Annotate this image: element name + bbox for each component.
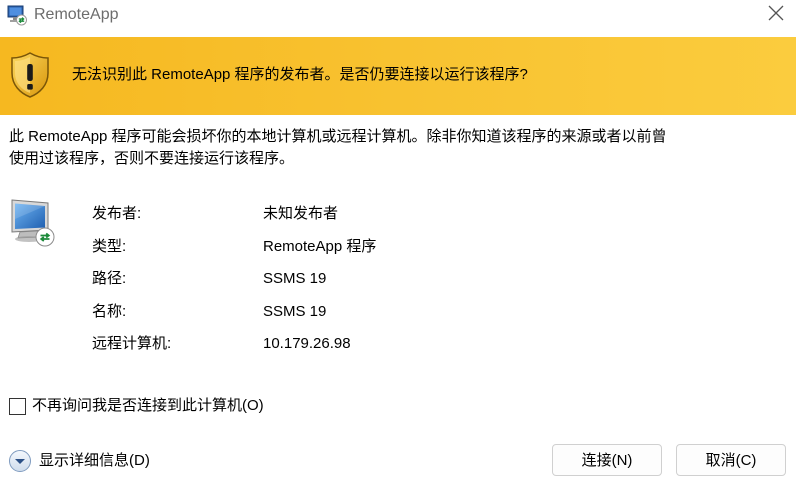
detail-value: 未知发布者 [263, 205, 339, 222]
detail-value: 10.179.26.98 [263, 335, 351, 352]
warning-banner: 无法识别此 RemoteApp 程序的发布者。是否仍要连接以运行该程序? [0, 37, 796, 115]
description-line-1: 此 RemoteApp 程序可能会损坏你的本地计算机或远程计算机。除非你知道该程… [9, 128, 667, 145]
dont-ask-again-label[interactable]: 不再询问我是否连接到此计算机(O) [32, 396, 264, 416]
window-title: RemoteApp [34, 6, 119, 23]
dont-ask-again-checkbox[interactable] [9, 397, 26, 415]
description-line-2: 使用过该程序，否则不要连接运行该程序。 [9, 150, 295, 167]
detail-value: SSMS 19 [263, 270, 327, 287]
detail-label: 远程计算机: [92, 335, 172, 352]
detail-value: RemoteApp 程序 [263, 237, 377, 255]
dont-ask-again-option[interactable]: 不再询问我是否连接到此计算机(O) [9, 396, 264, 416]
remote-desktop-icon [6, 4, 28, 26]
cancel-button[interactable]: 取消(C) [676, 444, 786, 476]
detail-label: 路径: [92, 270, 127, 287]
description-text: 此 RemoteApp 程序可能会损坏你的本地计算机或远程计算机。除非你知道该程… [9, 126, 749, 170]
detail-value: SSMS 19 [263, 302, 327, 320]
warning-shield-icon [10, 51, 50, 99]
remoteapp-dialog: RemoteApp 无法识别此 RemoteApp 程序的发布者。是否仍要连接以… [0, 0, 796, 487]
detail-label: 名称: [92, 302, 127, 320]
remote-computer-icon [8, 197, 58, 249]
close-icon [767, 4, 785, 27]
detail-label: 发布者: [92, 205, 142, 222]
show-details-toggle[interactable]: 显示详细信息(D) [8, 449, 150, 473]
close-button[interactable] [756, 0, 796, 30]
show-details-label[interactable]: 显示详细信息(D) [39, 451, 150, 471]
title-bar: RemoteApp [0, 0, 796, 30]
warning-message: 无法识别此 RemoteApp 程序的发布者。是否仍要连接以运行该程序? [72, 66, 528, 83]
detail-label: 类型: [92, 237, 127, 255]
chevron-down-icon[interactable] [8, 449, 32, 473]
connect-button[interactable]: 连接(N) [552, 444, 662, 476]
